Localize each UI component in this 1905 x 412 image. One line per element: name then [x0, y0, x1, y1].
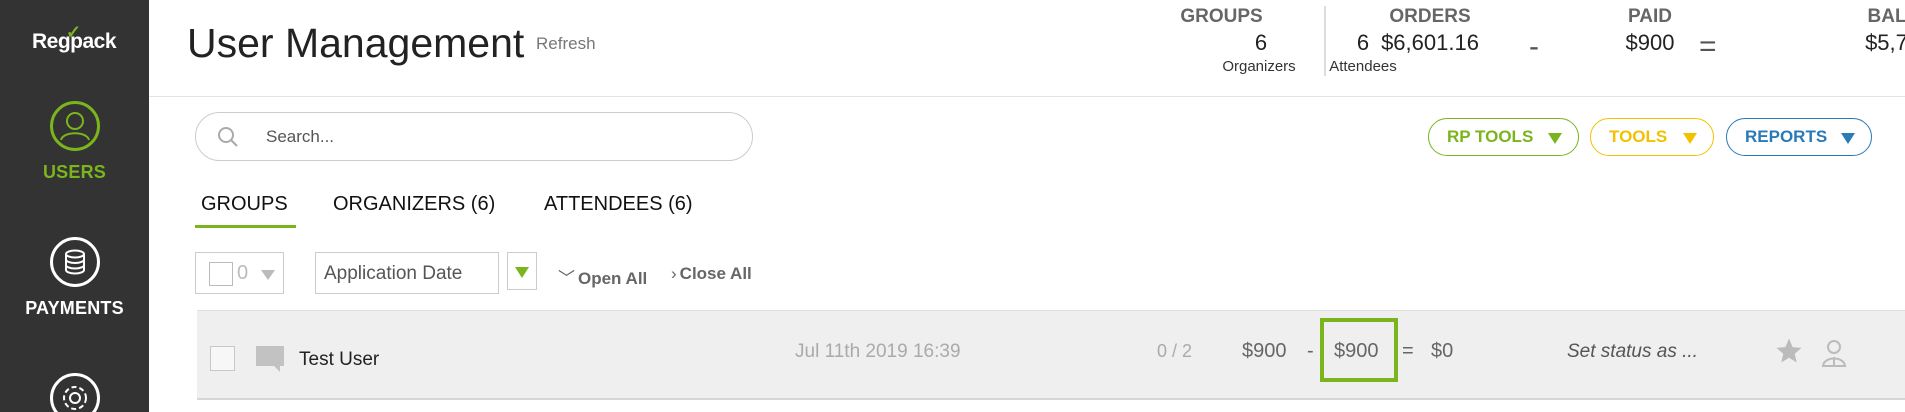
header-divider — [1324, 6, 1326, 76]
logo-check-icon: ✓ — [66, 22, 81, 42]
selected-count: 0 — [237, 262, 249, 284]
equals-operator: = — [1699, 30, 1717, 63]
search-icon — [218, 127, 238, 147]
select-all-checkbox[interactable] — [209, 262, 233, 286]
bulk-select-dropdown[interactable]: 0 — [195, 252, 284, 294]
paid-value: $900 — [1625, 30, 1675, 55]
user-icon[interactable] — [1821, 338, 1847, 368]
chevron-down-icon — [1548, 133, 1562, 144]
header: User Management Refresh GROUPS 6 Organiz… — [149, 0, 1905, 97]
balance-stat-label: BALANCE — [1867, 6, 1905, 27]
coins-icon — [49, 237, 100, 287]
rp-tools-button[interactable]: RP TOOLS — [1428, 118, 1579, 156]
orders-stat-label: ORDERS — [1389, 6, 1471, 27]
sort-direction-button[interactable] — [507, 252, 537, 290]
open-all-label: Open All — [578, 269, 648, 288]
row-balance: $0 — [1431, 340, 1454, 362]
row-minus-operator: - — [1307, 340, 1314, 362]
balance-value: $5,701.16 — [1865, 30, 1905, 55]
refresh-button[interactable]: Refresh — [536, 34, 596, 54]
row-checkbox[interactable] — [210, 346, 235, 371]
tab-attendees[interactable]: ATTENDEES (6) — [544, 193, 693, 216]
sidebar-item-settings[interactable] — [0, 372, 149, 412]
paid-stat-label: PAID — [1628, 6, 1672, 27]
sidebar-item-label: USERS — [42, 162, 106, 182]
comment-icon[interactable] — [254, 344, 286, 374]
sidebar-item-label: PAYMENTS — [25, 298, 124, 318]
sidebar: Regpack ✓ USERS PAYMENTS — [0, 0, 149, 412]
orders-value: $6,601.16 — [1381, 30, 1479, 55]
tools-button[interactable]: TOOLS — [1590, 118, 1714, 156]
organizers-label: Organizers — [1222, 58, 1296, 75]
active-tab-indicator — [195, 225, 296, 228]
groups-stat-label: GROUPS — [1180, 6, 1263, 27]
row-count: 0 / 2 — [1157, 341, 1193, 361]
chevron-down-icon — [261, 270, 275, 280]
sort-field-select[interactable]: Application Date — [315, 252, 499, 294]
tools-label: TOOLS — [1609, 127, 1668, 146]
user-icon — [49, 101, 100, 151]
search-box — [195, 112, 753, 161]
chevron-down-icon — [1683, 133, 1697, 144]
rp-tools-label: RP TOOLS — [1447, 127, 1534, 146]
row-total: $900 — [1242, 340, 1287, 362]
reports-label: REPORTS — [1745, 127, 1828, 146]
chevron-right-icon: › — [671, 264, 677, 283]
minus-operator: - — [1529, 30, 1539, 63]
row-date: Jul 11th 2019 16:39 — [795, 341, 961, 362]
reports-button[interactable]: REPORTS — [1726, 118, 1872, 156]
star-icon[interactable] — [1774, 336, 1804, 366]
row-equals-operator: = — [1402, 340, 1414, 362]
chevron-down-icon — [1841, 133, 1855, 144]
tab-organizers[interactable]: ORGANIZERS (6) — [333, 193, 495, 216]
row-paid[interactable]: $900 — [1334, 340, 1379, 363]
chevron-down-icon — [515, 267, 529, 278]
row-name[interactable]: Test User — [299, 349, 379, 371]
organizers-count: 6 — [1254, 30, 1268, 55]
regpack-logo[interactable]: Regpack ✓ — [26, 22, 122, 58]
attendees-label: Attendees — [1329, 58, 1397, 75]
page-title: User Management — [187, 20, 525, 66]
close-all-button[interactable]: › Close All — [671, 264, 752, 284]
chevron-down-icon: ﹀ — [558, 269, 575, 288]
search-input[interactable] — [266, 123, 726, 151]
sidebar-item-payments[interactable]: PAYMENTS — [0, 236, 149, 319]
gear-icon — [49, 373, 100, 412]
app: Regpack ✓ USERS PAYMENTS User Management… — [0, 0, 1905, 412]
tab-groups[interactable]: GROUPS — [201, 193, 288, 216]
set-status-dropdown[interactable]: Set status as ... — [1567, 341, 1698, 363]
close-all-label: Close All — [679, 264, 752, 283]
table-row[interactable]: Test User Jul 11th 2019 16:39 0 / 2 $900… — [197, 310, 1905, 400]
sidebar-item-users[interactable]: USERS — [0, 100, 149, 183]
open-all-button[interactable]: ﹀ Open All — [558, 264, 647, 289]
